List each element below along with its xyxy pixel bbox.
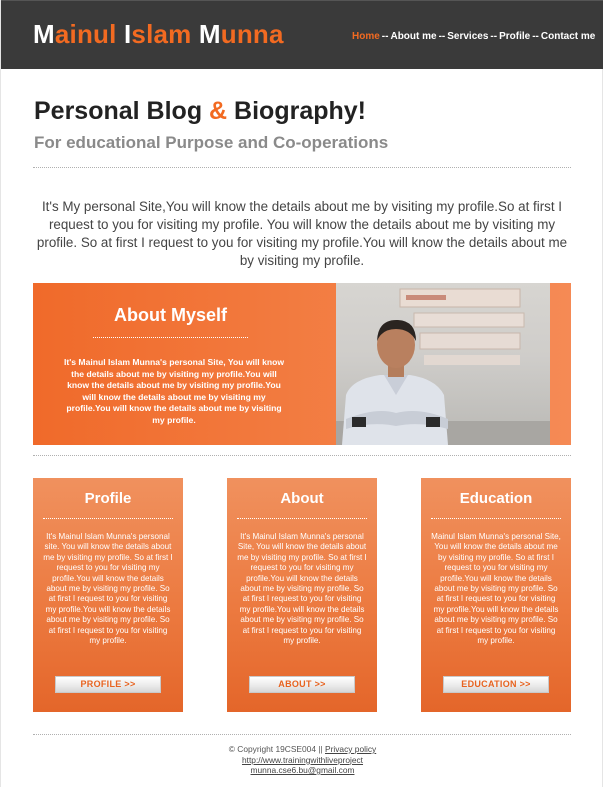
- intro-text: It's My personal Site,You will know the …: [36, 199, 568, 268]
- site-logo[interactable]: Mainul Islam Munna: [33, 19, 284, 50]
- copyright-text: © Copyright 19CSE004: [228, 744, 316, 754]
- footer-separator: ||: [315, 744, 325, 754]
- card-divider: [431, 518, 561, 519]
- profile-photo-illustration: [336, 288, 550, 445]
- profile-button[interactable]: PROFILE >>: [55, 676, 161, 693]
- nav-separator: --: [381, 31, 389, 42]
- education-button[interactable]: EDUCATION >>: [443, 676, 549, 693]
- title-ampersand: &: [209, 97, 228, 125]
- page-title: Personal Blog & Biography!: [34, 97, 366, 126]
- card-title: Education: [459, 490, 533, 507]
- about-divider: [93, 337, 248, 338]
- card-title: About: [280, 490, 324, 507]
- nav-services[interactable]: Services: [447, 31, 488, 42]
- card-education: Education Mainul Islam Munna's personal …: [421, 478, 571, 712]
- main-nav: Home -- About me -- Services -- Profile -- Conta…: [352, 31, 595, 42]
- logo-word-ainul: ainul: [54, 19, 124, 49]
- about-button[interactable]: ABOUT >>: [249, 676, 355, 693]
- email-link[interactable]: munna.cse6.bu@gmail.com: [251, 765, 355, 775]
- site-header: Mainul Islam Munna Home -- About me -- Servi…: [1, 0, 603, 69]
- card-text: Mainul Islam Munna's personal Site, You …: [431, 532, 561, 646]
- footer-copyright-line: © Copyright 19CSE004 || Privacy policy: [1, 744, 603, 755]
- about-section: About Myself It's Mainul Islam Munna's p…: [33, 283, 571, 445]
- logo-initial-m: M: [33, 19, 55, 49]
- divider: [33, 734, 571, 735]
- nav-about-me[interactable]: About me: [390, 31, 436, 42]
- nav-home[interactable]: Home: [352, 31, 380, 42]
- nav-separator: --: [438, 31, 446, 42]
- card-text: It's Mainul Islam Munna's personal site.…: [43, 532, 173, 646]
- nav-separator: --: [532, 31, 539, 42]
- card-divider: [43, 518, 173, 519]
- logo-word-unna: unna: [220, 19, 284, 49]
- title-part-1: Personal Blog: [34, 97, 210, 125]
- nav-profile[interactable]: Profile: [499, 31, 530, 42]
- about-text-panel: About Myself It's Mainul Islam Munna's p…: [33, 283, 336, 445]
- profile-photo: [336, 283, 550, 445]
- nav-contact-me[interactable]: Contact me: [541, 31, 595, 42]
- card-divider: [237, 518, 367, 519]
- nav-separator: --: [490, 31, 498, 42]
- card-text: It's Mainul Islam Munna's personal Site,…: [237, 532, 367, 646]
- training-link[interactable]: http://www.trainingwithliveproject: [242, 755, 363, 765]
- about-title: About Myself: [113, 305, 227, 325]
- card-about: About It's Mainul Islam Munna's personal…: [227, 478, 377, 712]
- divider: [33, 455, 571, 456]
- card-title: Profile: [84, 490, 132, 507]
- logo-word-slam: slam: [131, 19, 199, 49]
- divider: [33, 167, 571, 168]
- card-profile: Profile It's Mainul Islam Munna's person…: [33, 478, 183, 712]
- title-part-2: Biography!: [227, 97, 367, 125]
- page-subtitle: For educational Purpose and Co-operation…: [34, 133, 389, 152]
- site-footer: © Copyright 19CSE004 || Privacy policy h…: [1, 744, 603, 776]
- logo-initial-m2: M: [198, 19, 221, 49]
- about-description: It's Mainul Islam Munna's personal Site,…: [63, 357, 285, 425]
- privacy-policy-link[interactable]: Privacy policy: [325, 744, 376, 754]
